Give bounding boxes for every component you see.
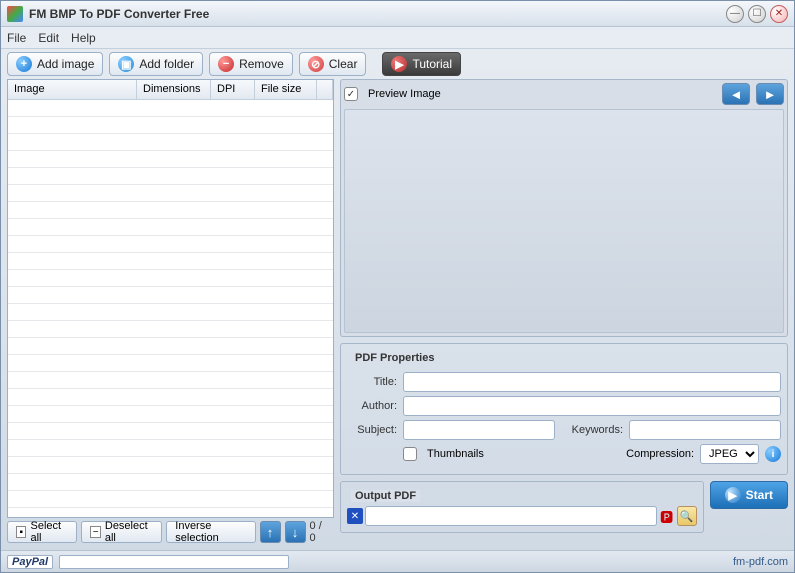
pdf-properties-group: PDF Properties Title: Author: Subject: K… <box>340 343 788 475</box>
thumbnails-label: Thumbnails <box>427 448 484 460</box>
app-window: FM BMP To PDF Converter Free — ☐ ✕ File … <box>0 0 795 573</box>
titlebar: FM BMP To PDF Converter Free — ☐ ✕ <box>1 1 794 27</box>
minimize-button[interactable]: — <box>726 5 744 23</box>
subject-label: Subject: <box>347 424 397 436</box>
right-pane: Preview Image ◄ ► PDF Properties Title: … <box>340 79 788 546</box>
menu-edit[interactable]: Edit <box>38 31 59 45</box>
col-image[interactable]: Image <box>8 80 137 99</box>
add-image-label: Add image <box>37 57 94 71</box>
author-label: Author: <box>347 400 397 412</box>
site-link[interactable]: fm-pdf.com <box>733 556 788 568</box>
progress-bar <box>59 555 289 569</box>
left-pane: Image Dimensions DPI File size ▪Select a… <box>7 79 334 546</box>
app-icon <box>7 6 23 22</box>
remove-label: Remove <box>239 57 284 71</box>
menu-file[interactable]: File <box>7 31 26 45</box>
grid-footer: ▪Select all −Deselect all Inverse select… <box>7 518 334 546</box>
toolbar: + Add image ▣ Add folder − Remove ⊘ Clea… <box>1 49 794 79</box>
window-title: FM BMP To PDF Converter Free <box>29 7 726 21</box>
preview-prev-button[interactable]: ◄ <box>722 83 750 105</box>
thumbnails-checkbox[interactable] <box>403 447 417 461</box>
folder-icon: ▣ <box>118 56 134 72</box>
col-dimensions[interactable]: Dimensions <box>137 80 211 99</box>
pdf-icon: 🅿 <box>659 508 675 524</box>
keywords-input[interactable] <box>629 420 781 440</box>
menu-help[interactable]: Help <box>71 31 96 45</box>
author-input[interactable] <box>403 396 781 416</box>
compression-label: Compression: <box>626 448 694 460</box>
select-all-button[interactable]: ▪Select all <box>7 521 77 543</box>
start-button[interactable]: ▶ Start <box>710 481 788 509</box>
preview-checkbox[interactable] <box>344 87 358 101</box>
deselect-all-icon: − <box>90 526 101 538</box>
add-image-button[interactable]: + Add image <box>7 52 103 76</box>
compression-select[interactable]: JPEG <box>700 444 759 464</box>
statusbar: PayPal fm-pdf.com <box>1 550 794 572</box>
image-grid: Image Dimensions DPI File size <box>7 79 334 518</box>
play-icon: ▶ <box>391 56 407 72</box>
preview-next-button[interactable]: ► <box>756 83 784 105</box>
move-up-button[interactable]: ↑ <box>260 521 281 543</box>
output-path-input[interactable] <box>365 506 657 526</box>
move-down-button[interactable]: ↓ <box>285 521 306 543</box>
add-folder-label: Add folder <box>139 57 194 71</box>
col-filesize[interactable]: File size <box>255 80 317 99</box>
preview-panel: Preview Image ◄ ► <box>340 79 788 337</box>
subject-input[interactable] <box>403 420 555 440</box>
clear-button[interactable]: ⊘ Clear <box>299 52 367 76</box>
output-pdf-legend: Output PDF <box>351 490 420 502</box>
clear-icon: ⊘ <box>308 56 324 72</box>
clear-output-button[interactable]: ✕ <box>347 508 363 524</box>
col-scroll-spacer <box>317 80 333 99</box>
minus-icon: − <box>218 56 234 72</box>
item-counter: 0 / 0 <box>310 520 334 544</box>
menubar: File Edit Help <box>1 27 794 49</box>
keywords-label: Keywords: <box>561 424 623 436</box>
add-folder-button[interactable]: ▣ Add folder <box>109 52 203 76</box>
clear-label: Clear <box>329 57 358 71</box>
tutorial-button[interactable]: ▶ Tutorial <box>382 52 461 76</box>
grid-header: Image Dimensions DPI File size <box>8 80 333 100</box>
pdf-properties-legend: PDF Properties <box>351 352 438 364</box>
plus-icon: + <box>16 56 32 72</box>
maximize-button[interactable]: ☐ <box>748 5 766 23</box>
start-play-icon: ▶ <box>725 487 741 503</box>
preview-label: Preview Image <box>368 88 441 100</box>
deselect-all-button[interactable]: −Deselect all <box>81 521 162 543</box>
grid-empty-row <box>8 100 333 117</box>
grid-body[interactable] <box>8 100 333 517</box>
paypal-button[interactable]: PayPal <box>7 555 53 569</box>
close-button[interactable]: ✕ <box>770 5 788 23</box>
inverse-selection-button[interactable]: Inverse selection <box>166 521 255 543</box>
info-icon[interactable]: i <box>765 446 781 462</box>
browse-output-button[interactable]: 🔍 <box>677 506 697 526</box>
preview-canvas <box>344 109 784 333</box>
select-all-icon: ▪ <box>16 526 26 538</box>
start-label: Start <box>746 488 773 502</box>
title-label: Title: <box>347 376 397 388</box>
col-dpi[interactable]: DPI <box>211 80 255 99</box>
title-input[interactable] <box>403 372 781 392</box>
remove-button[interactable]: − Remove <box>209 52 293 76</box>
output-pdf-group: Output PDF ✕ 🅿 🔍 <box>340 481 704 533</box>
main-area: Image Dimensions DPI File size ▪Select a… <box>1 79 794 550</box>
tutorial-label: Tutorial <box>412 57 452 71</box>
